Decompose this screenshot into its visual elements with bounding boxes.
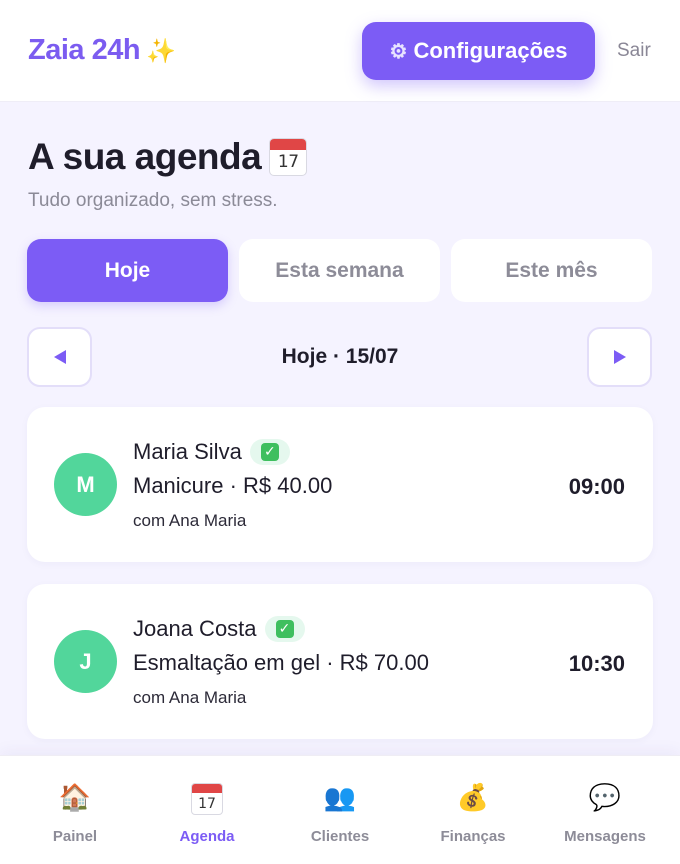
gear-icon: ⚙ bbox=[389, 40, 408, 63]
tab-this-month[interactable]: Este mês bbox=[451, 239, 652, 302]
previous-day-button[interactable] bbox=[27, 327, 92, 387]
check-mark-icon: ✓ bbox=[260, 443, 279, 461]
nav-item-financas[interactable]: 💰 Finanças bbox=[413, 780, 533, 845]
nav-label: Clientes bbox=[310, 828, 370, 845]
confirmed-badge: ✓ bbox=[264, 616, 305, 642]
service-price: Manicure · R$ 40.00 bbox=[133, 473, 333, 498]
check-mark-icon: ✓ bbox=[275, 620, 294, 638]
brand-name: Zaia 24h bbox=[28, 34, 141, 66]
client-name: Joana Costa ✓ bbox=[133, 616, 305, 642]
nav-item-clientes[interactable]: 👥 Clientes bbox=[280, 780, 400, 845]
settings-button-label: Configurações bbox=[413, 38, 568, 63]
nav-label: Agenda bbox=[179, 828, 235, 845]
staff-name: com Ana Maria bbox=[133, 688, 247, 707]
tab-this-week[interactable]: Esta semana bbox=[239, 239, 440, 302]
next-day-button[interactable] bbox=[587, 327, 652, 387]
logout-link[interactable]: Sair bbox=[617, 40, 651, 62]
house-icon: 🏠 bbox=[58, 782, 92, 812]
nav-item-mensagens[interactable]: 💬 Mensagens bbox=[545, 780, 665, 845]
client-avatar: J bbox=[54, 630, 117, 693]
staff-name: com Ana Maria bbox=[133, 511, 247, 530]
nav-label: Finanças bbox=[440, 828, 506, 845]
current-date-label: Hoje · 15/07 bbox=[281, 345, 399, 368]
nav-label: Mensagens bbox=[564, 828, 646, 845]
brand-logo[interactable]: Zaia 24h ✨ bbox=[28, 34, 176, 67]
appointment-card[interactable]: J Joana Costa ✓ Esmaltação em gel · R$ 7… bbox=[27, 584, 653, 739]
calendar-icon: 17 bbox=[269, 138, 308, 176]
users-icon: 👥 bbox=[323, 782, 357, 812]
service-price: Esmaltação em gel · R$ 70.00 bbox=[133, 650, 429, 675]
nav-item-agenda[interactable]: 17 Agenda bbox=[147, 780, 267, 845]
client-name-text: Joana Costa bbox=[133, 616, 257, 641]
client-name: Maria Silva ✓ bbox=[133, 439, 290, 465]
calendar-icon-day: 17 bbox=[198, 796, 216, 813]
appointment-time: 09:00 bbox=[568, 474, 625, 499]
money-bag-icon: 💰 bbox=[456, 782, 490, 812]
nav-item-painel[interactable]: 🏠 Painel bbox=[15, 780, 135, 845]
appointment-card[interactable]: M Maria Silva ✓ Manicure · R$ 40.00 com … bbox=[27, 407, 653, 562]
calendar-icon-day: 17 bbox=[277, 152, 299, 172]
confirmed-badge: ✓ bbox=[249, 439, 290, 465]
triangle-right-icon bbox=[613, 350, 626, 364]
speech-bubble-icon: 💬 bbox=[588, 782, 622, 812]
page-title-text: A sua agenda bbox=[28, 136, 262, 177]
page-subtitle: Tudo organizado, sem stress. bbox=[28, 190, 278, 211]
client-avatar: M bbox=[54, 453, 117, 516]
top-header: Zaia 24h ✨ ⚙ Configurações Sair bbox=[0, 0, 680, 102]
appointment-time: 10:30 bbox=[568, 651, 625, 676]
triangle-left-icon bbox=[53, 350, 66, 364]
nav-label: Painel bbox=[52, 828, 98, 845]
client-name-text: Maria Silva bbox=[133, 439, 242, 464]
tab-today[interactable]: Hoje bbox=[27, 239, 228, 302]
sparkles-icon: ✨ bbox=[146, 38, 176, 65]
calendar-icon: 17 bbox=[147, 780, 267, 816]
settings-button[interactable]: ⚙ Configurações bbox=[362, 22, 595, 80]
page-title: A sua agenda 17 bbox=[28, 136, 308, 178]
bottom-navigation: 🏠 Painel 17 Agenda 👥 Clientes 💰 Finanças… bbox=[0, 755, 680, 864]
